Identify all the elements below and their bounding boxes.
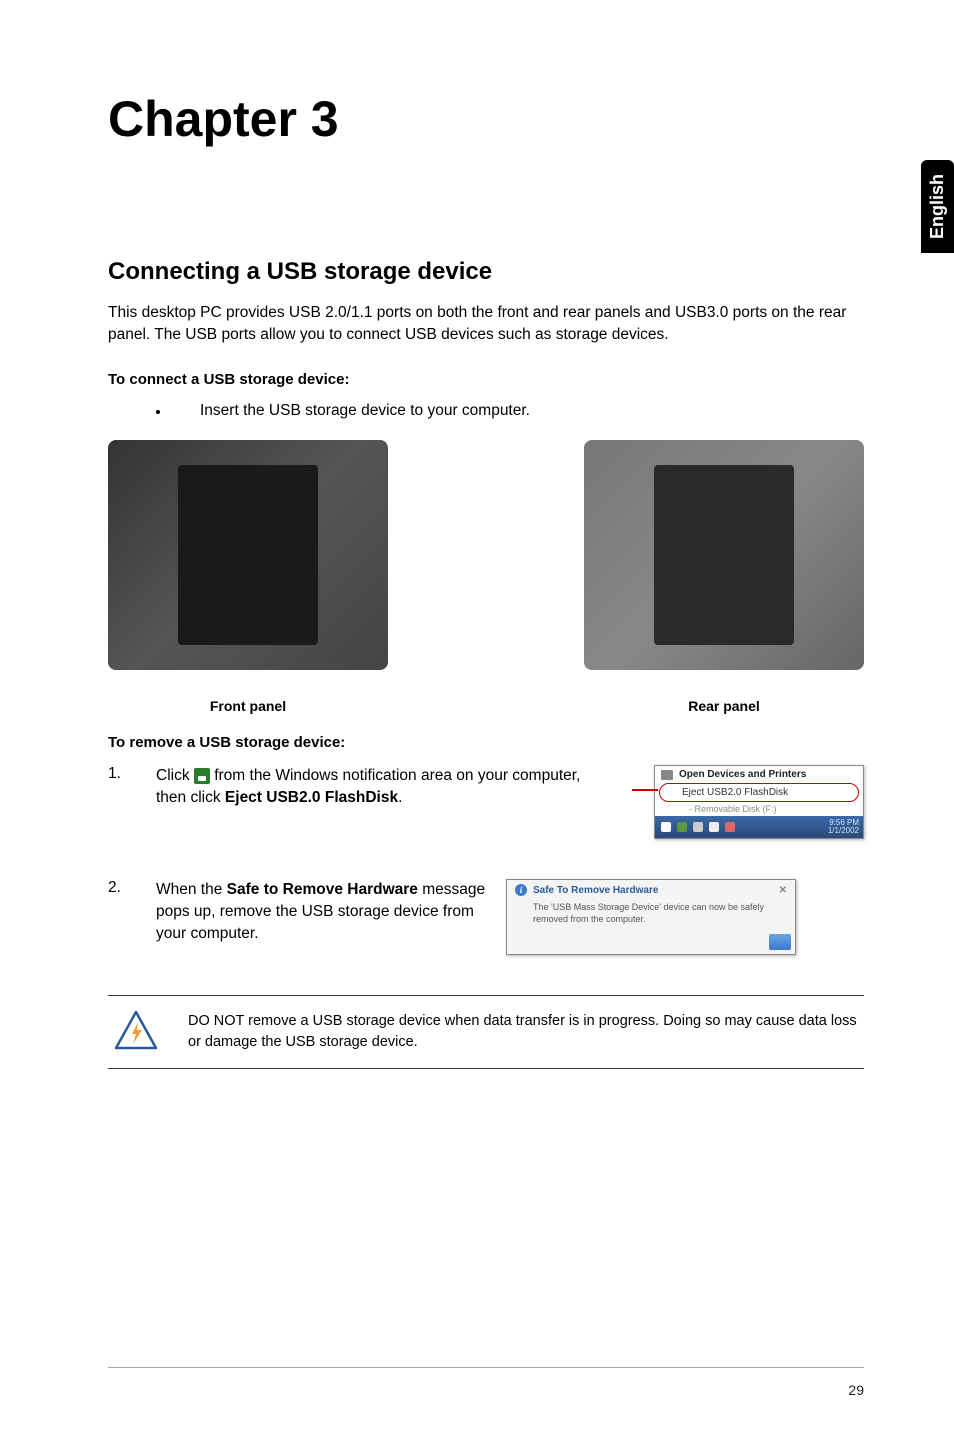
step-text-bold: Eject USB2.0 FlashDisk bbox=[225, 789, 398, 806]
taskbar-clock: 9:56 PM 1/1/2002 bbox=[828, 819, 859, 835]
footer-divider bbox=[108, 1367, 864, 1368]
eject-popup: Open Devices and Printers Eject USB2.0 F… bbox=[654, 765, 864, 839]
safely-remove-tray-icon bbox=[194, 768, 210, 784]
step-text: Click from the Windows notification area… bbox=[156, 765, 604, 839]
front-panel-figure: Front panel bbox=[108, 440, 388, 714]
taskbar-icon bbox=[709, 822, 719, 832]
connect-heading: To connect a USB storage device: bbox=[108, 371, 864, 388]
panel-images-row: Front panel Rear panel bbox=[108, 440, 864, 714]
step-text-suffix: . bbox=[398, 789, 402, 806]
taskbar-icon bbox=[725, 822, 735, 832]
bullet-text: Insert the USB storage device to your co… bbox=[200, 402, 530, 420]
front-panel-image bbox=[108, 440, 388, 670]
close-icon: ✕ bbox=[779, 885, 787, 896]
step-text-bold: Safe to Remove Hardware bbox=[227, 881, 418, 898]
taskbar-icon bbox=[693, 822, 703, 832]
popup-header-left: i Safe To Remove Hardware bbox=[515, 884, 658, 896]
step-2: 2. When the Safe to Remove Hardware mess… bbox=[108, 879, 864, 954]
intro-paragraph: This desktop PC provides USB 2.0/1.1 por… bbox=[108, 302, 864, 345]
tower-rear-illustration bbox=[654, 465, 794, 645]
step-text-prefix: Click bbox=[156, 767, 194, 784]
page-number: 29 bbox=[848, 1382, 864, 1398]
warning-icon-wrap bbox=[108, 1010, 164, 1054]
popup-footer bbox=[507, 932, 795, 954]
popup-title: Safe To Remove Hardware bbox=[533, 885, 658, 896]
section-heading: Connecting a USB storage device bbox=[108, 258, 864, 286]
taskbar-icon bbox=[677, 822, 687, 832]
eject-flashdisk-row: Eject USB2.0 FlashDisk bbox=[659, 783, 859, 802]
rear-panel-figure: Rear panel bbox=[584, 440, 864, 714]
printer-icon bbox=[661, 770, 673, 780]
usb-device-icon bbox=[769, 934, 791, 950]
lightning-warning-icon bbox=[114, 1010, 158, 1054]
step-number: 1. bbox=[108, 765, 156, 839]
bullet-item: Insert the USB storage device to your co… bbox=[156, 402, 864, 420]
step-number: 2. bbox=[108, 879, 156, 954]
rear-panel-image bbox=[584, 440, 864, 670]
removable-disk-row: - Removable Disk (F:) bbox=[655, 802, 863, 816]
taskbar: 9:56 PM 1/1/2002 bbox=[655, 816, 863, 838]
warning-text: DO NOT remove a USB storage device when … bbox=[188, 1011, 864, 1052]
language-tab: English bbox=[921, 160, 954, 253]
step-text-prefix: When the bbox=[156, 881, 227, 898]
taskbar-icon bbox=[661, 822, 671, 832]
taskbar-date: 1/1/2002 bbox=[828, 827, 859, 835]
popup-header: i Safe To Remove Hardware ✕ bbox=[507, 880, 795, 900]
bullet-dot-icon bbox=[156, 410, 160, 414]
tower-front-illustration bbox=[178, 465, 318, 645]
rear-panel-label: Rear panel bbox=[688, 698, 760, 714]
info-icon: i bbox=[515, 884, 527, 896]
open-devices-label: Open Devices and Printers bbox=[679, 769, 806, 780]
open-devices-row: Open Devices and Printers bbox=[655, 766, 863, 783]
front-panel-label: Front panel bbox=[210, 698, 286, 714]
step-text: When the Safe to Remove Hardware message… bbox=[156, 879, 486, 954]
remove-heading: To remove a USB storage device: bbox=[108, 734, 864, 751]
step-1-popup-wrap: Open Devices and Printers Eject USB2.0 F… bbox=[604, 765, 864, 839]
page-content: Chapter 3 Connecting a USB storage devic… bbox=[0, 0, 954, 1109]
chapter-title: Chapter 3 bbox=[108, 90, 864, 148]
step-1: 1. Click from the Windows notification a… bbox=[108, 765, 864, 839]
step-2-popup-wrap: i Safe To Remove Hardware ✕ The 'USB Mas… bbox=[486, 879, 796, 954]
popup-body: The 'USB Mass Storage Device' device can… bbox=[507, 900, 795, 931]
safe-remove-popup: i Safe To Remove Hardware ✕ The 'USB Mas… bbox=[506, 879, 796, 954]
warning-callout: DO NOT remove a USB storage device when … bbox=[108, 995, 864, 1069]
